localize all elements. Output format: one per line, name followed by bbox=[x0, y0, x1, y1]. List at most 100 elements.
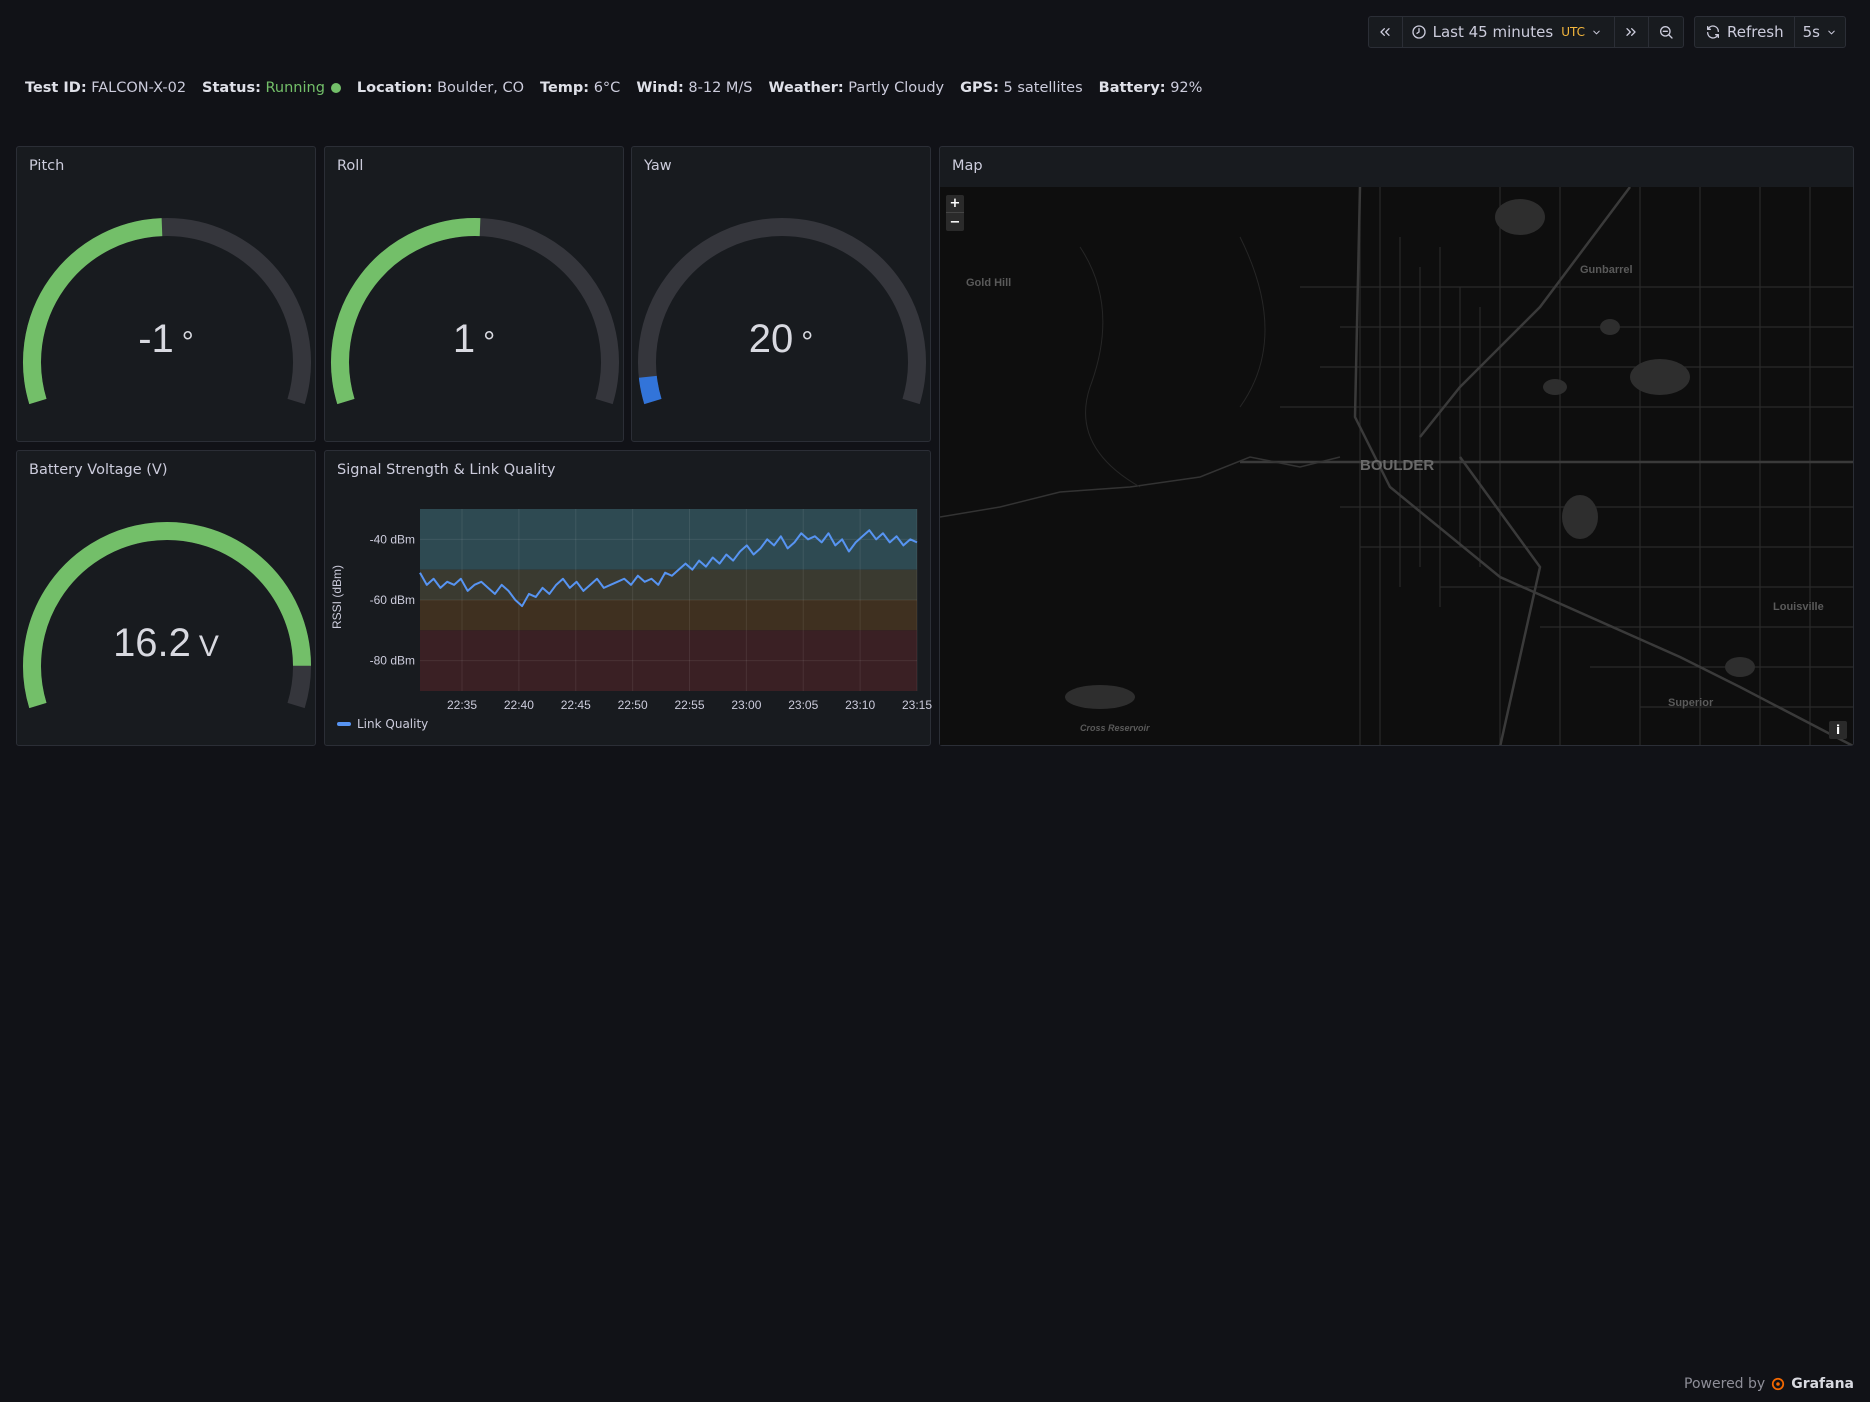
clock-icon bbox=[1411, 25, 1426, 39]
yaw-value: 20 ° bbox=[632, 317, 930, 362]
location-value: Boulder, CO bbox=[437, 80, 524, 96]
pitch-value: -1 ° bbox=[17, 317, 315, 362]
roll-value: 1 ° bbox=[325, 317, 623, 362]
location-label: Location: bbox=[356, 80, 433, 96]
legend-swatch-icon bbox=[337, 722, 351, 726]
zoom-out-button[interactable]: − bbox=[946, 213, 964, 231]
powered-by-footer[interactable]: Powered by Grafana bbox=[1684, 1376, 1854, 1392]
gps-label: GPS: bbox=[960, 80, 999, 96]
refresh-label: Refresh bbox=[1726, 23, 1784, 41]
gauge-track bbox=[23, 218, 311, 405]
location-info: Location: Boulder, CO bbox=[357, 80, 524, 96]
battery-voltage-value: 16.2 V bbox=[17, 621, 315, 666]
gps-info: GPS: 5 satellites bbox=[960, 80, 1083, 96]
gauge-track bbox=[23, 522, 311, 709]
gauge-number: -1 bbox=[138, 317, 174, 361]
refresh-interval-picker[interactable]: 5s bbox=[1795, 17, 1845, 47]
x-tick-label: 23:15 bbox=[902, 698, 932, 712]
yaw-panel[interactable]: Yaw 20 ° bbox=[631, 146, 931, 442]
wind-label: Wind: bbox=[636, 80, 684, 96]
time-picker-button[interactable]: Last 45 minutes UTC bbox=[1403, 17, 1615, 47]
wind-info: Wind: 8-12 M/S bbox=[636, 80, 752, 96]
x-tick-label: 22:50 bbox=[618, 698, 648, 712]
map-label-boulder: BOULDER bbox=[1360, 457, 1435, 474]
battery-voltage-panel[interactable]: Battery Voltage (V) 16.2 V bbox=[16, 450, 316, 746]
chevrons-left-icon bbox=[1380, 27, 1390, 36]
test-id-info: Test ID: FALCON-X-02 bbox=[25, 80, 186, 96]
gauge-fill bbox=[23, 522, 311, 709]
temp-value: 6°C bbox=[593, 80, 621, 96]
shift-forward-button[interactable] bbox=[1615, 17, 1649, 47]
map-canvas[interactable]: Gold Hill Gunbarrel BOULDER Louisville S… bbox=[940, 187, 1853, 745]
battery-gauge bbox=[23, 522, 311, 709]
x-tick-label: 23:00 bbox=[731, 698, 761, 712]
battery-value: 92% bbox=[1170, 80, 1203, 96]
status-dot-icon bbox=[330, 83, 341, 93]
gauge-unit: ° bbox=[801, 326, 814, 359]
zoom-in-button[interactable]: + bbox=[946, 195, 964, 213]
chevron-down-icon bbox=[1593, 30, 1600, 34]
status-label: Status: bbox=[202, 80, 261, 96]
yaw-gauge bbox=[638, 218, 926, 405]
gauge-number: 20 bbox=[748, 317, 794, 361]
time-range-group: Last 45 minutes UTC bbox=[1367, 16, 1684, 48]
roll-gauge bbox=[331, 218, 619, 405]
gps-value: 5 satellites bbox=[1003, 80, 1083, 96]
time-toolbar: Last 45 minutes UTC Refresh 5s bbox=[1367, 16, 1846, 48]
shift-back-button[interactable] bbox=[1369, 17, 1403, 47]
gauge-track bbox=[331, 218, 619, 405]
signal-strength-chart: RSSI (dBm) 22:35 22:40 22:45 22:50 22:55 23:0… bbox=[330, 509, 932, 712]
temp-info: Temp: 6°C bbox=[540, 80, 620, 96]
gauge-unit: ° bbox=[483, 326, 496, 359]
battery-label: Battery: bbox=[1098, 80, 1166, 96]
wind-value: 8-12 M/S bbox=[688, 80, 753, 96]
gauge-unit: ° bbox=[181, 326, 194, 359]
y-tick-label: -60 dBm bbox=[370, 593, 415, 607]
chevron-down-icon bbox=[1828, 30, 1835, 34]
test-id-value: FALCON-X-02 bbox=[91, 80, 187, 96]
gauge-fill bbox=[638, 375, 662, 405]
zoom-out-icon bbox=[1659, 26, 1673, 39]
test-id-label: Test ID: bbox=[25, 80, 87, 96]
status-value: Running bbox=[265, 80, 325, 96]
gauge-number: 1 bbox=[452, 317, 476, 361]
map-label-reservoir: Cross Reservoir bbox=[1080, 723, 1150, 733]
panel-title: Map bbox=[952, 158, 983, 174]
threshold-band bbox=[420, 600, 917, 631]
powered-by-label: Powered by bbox=[1684, 1376, 1766, 1392]
weather-info: Weather: Partly Cloudy bbox=[769, 80, 945, 96]
map-zoom-controls: + − bbox=[946, 195, 964, 231]
weather-value: Partly Cloudy bbox=[848, 80, 945, 96]
map-panel[interactable]: Map Gold Hill Gunbarrel BOULDER Louisvil… bbox=[939, 146, 1854, 746]
status-info: Status: Running bbox=[202, 80, 341, 96]
refresh-icon bbox=[1706, 25, 1719, 39]
map-label-louisville: Louisville bbox=[1773, 601, 1824, 613]
timezone-label: UTC bbox=[1561, 25, 1585, 39]
battery-info: Battery: 92% bbox=[1099, 80, 1203, 96]
y-tick-label: -40 dBm bbox=[370, 532, 415, 546]
test-info-bar: Test ID: FALCON-X-02 Status: Running Loc… bbox=[25, 80, 1202, 96]
chart-legend[interactable]: Link Quality bbox=[337, 717, 428, 731]
x-tick-label: 23:05 bbox=[788, 698, 818, 712]
grafana-logo-icon bbox=[1772, 1377, 1785, 1391]
gauge-fill bbox=[23, 218, 163, 405]
x-tick-label: 23:10 bbox=[845, 698, 875, 712]
map-label-gunbarrel: Gunbarrel bbox=[1580, 264, 1633, 276]
refresh-interval-label: 5s bbox=[1802, 23, 1820, 41]
gauge-fill bbox=[331, 218, 481, 405]
pitch-panel[interactable]: Pitch -1 ° bbox=[16, 146, 316, 442]
time-range-label: Last 45 minutes bbox=[1432, 23, 1554, 41]
gauge-track bbox=[638, 218, 926, 405]
roll-panel[interactable]: Roll 1 ° bbox=[324, 146, 624, 442]
map-attribution-button[interactable]: i bbox=[1829, 721, 1847, 739]
zoom-out-time-button[interactable] bbox=[1649, 17, 1683, 47]
chevrons-right-icon bbox=[1626, 27, 1637, 36]
map-label-gold-hill: Gold Hill bbox=[966, 277, 1012, 289]
refresh-group: Refresh 5s bbox=[1693, 16, 1846, 48]
legend-label: Link Quality bbox=[357, 717, 429, 731]
x-tick-label: 22:55 bbox=[674, 698, 704, 712]
weather-label: Weather: bbox=[768, 80, 844, 96]
refresh-button[interactable]: Refresh bbox=[1695, 17, 1795, 47]
signal-strength-panel[interactable]: Signal Strength & Link Quality RSSI (dBm… bbox=[324, 450, 932, 746]
map-label-superior: Superior bbox=[1668, 697, 1714, 709]
